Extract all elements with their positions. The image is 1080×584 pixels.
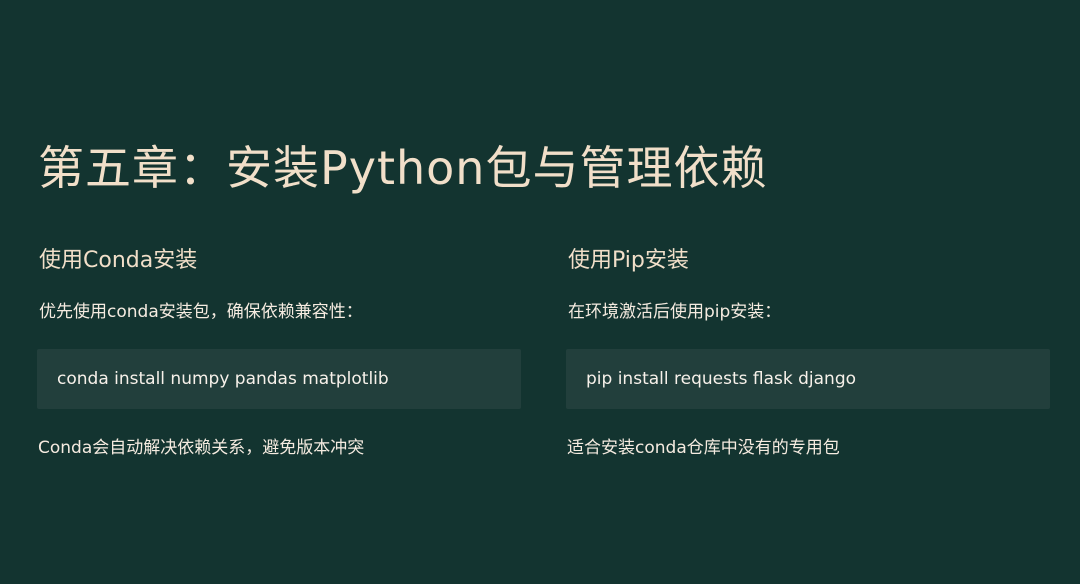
pip-section: 使用Pip安装 在环境激活后使用pip安装： pip install reque… (566, 246, 1050, 460)
pip-note: 适合安装conda仓库中没有的专用包 (567, 438, 840, 458)
slide: 第五章：安装Python包与管理依赖 使用Conda安装 优先使用conda安装… (0, 0, 1080, 584)
conda-description: 优先使用conda安装包，确保依赖兼容性： (39, 302, 363, 322)
conda-heading: 使用Conda安装 (39, 248, 198, 273)
slide-title: 第五章：安装Python包与管理依赖 (38, 141, 768, 195)
pip-heading: 使用Pip安装 (568, 248, 689, 273)
pip-code-block: pip install requests flask django (566, 349, 1050, 409)
pip-description: 在环境激活后使用pip安装： (568, 302, 782, 322)
conda-code-block: conda install numpy pandas matplotlib (37, 349, 521, 409)
conda-note: Conda会自动解决依赖关系，避免版本冲突 (38, 438, 365, 458)
conda-section: 使用Conda安装 优先使用conda安装包，确保依赖兼容性： conda in… (37, 246, 521, 460)
conda-code-text: conda install numpy pandas matplotlib (57, 369, 389, 389)
pip-code-text: pip install requests flask django (586, 369, 857, 389)
